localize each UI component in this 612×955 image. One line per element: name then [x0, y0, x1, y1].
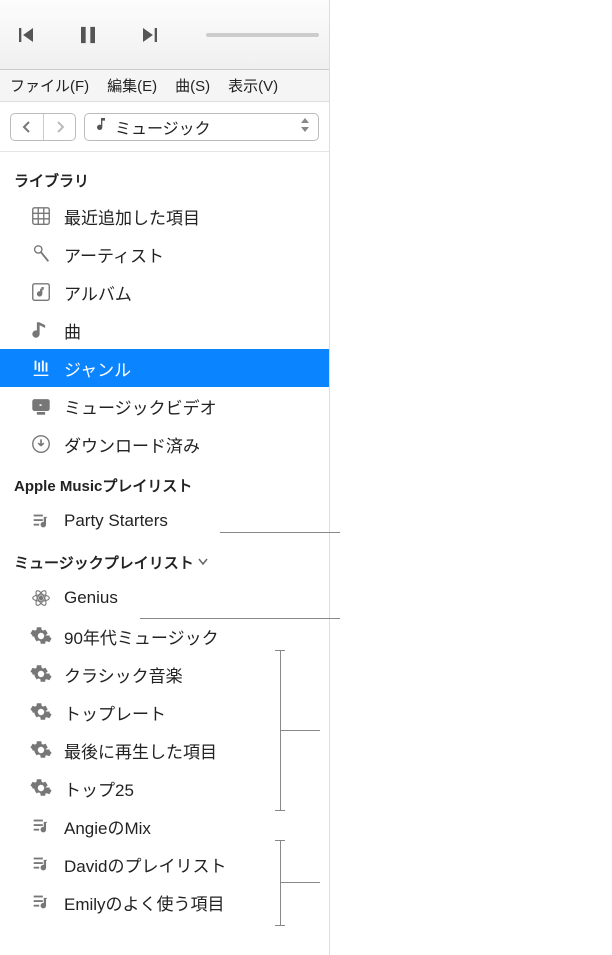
music-note-icon	[93, 116, 109, 137]
annotation-line	[220, 532, 340, 533]
menu-edit[interactable]: 編集(E)	[101, 71, 163, 100]
gear-icon	[30, 739, 52, 761]
menu-view[interactable]: 表示(V)	[222, 71, 284, 100]
gear-icon	[30, 625, 52, 647]
sidebar-item-label: ミュージックビデオ	[64, 394, 217, 419]
category-dropdown[interactable]: ミュージック	[84, 113, 319, 141]
gear-icon	[30, 663, 52, 685]
app-window: ファイル(F) 編集(E) 曲(S) 表示(V) ミュージック ライブラリ	[0, 0, 330, 955]
sidebar: ライブラリ 最近追加した項目アーティストアルバム曲ジャンルミュージックビデオダウ…	[0, 152, 329, 955]
annotation-line	[275, 840, 285, 841]
download-icon	[30, 433, 52, 455]
updown-icon	[300, 118, 310, 135]
annotation-line	[275, 810, 285, 811]
play-pause-button[interactable]	[72, 19, 104, 51]
category-label: ミュージック	[115, 115, 211, 139]
sidebar-item-label: Party Starters	[64, 511, 168, 531]
sidebar-item[interactable]: ダウンロード済み	[0, 425, 329, 463]
forward-button[interactable]	[43, 114, 75, 140]
nav-toolbar: ミュージック	[0, 102, 329, 152]
sidebar-item[interactable]: ジャンル	[0, 349, 329, 387]
playlist-icon	[30, 510, 52, 532]
sidebar-item-label: Emilyのよく使う項目	[64, 890, 225, 915]
sidebar-item-label: 最近追加した項目	[64, 204, 200, 229]
playlist-icon	[30, 853, 52, 875]
section-label: ライブラリ	[14, 170, 89, 191]
gear-icon	[30, 701, 52, 723]
volume-slider[interactable]	[206, 33, 319, 37]
note-icon	[30, 319, 52, 341]
section-header-library: ライブラリ	[0, 158, 329, 197]
album-icon	[30, 281, 52, 303]
chevron-down-icon	[198, 557, 208, 569]
sidebar-item-label: アルバム	[64, 280, 132, 305]
sidebar-item[interactable]: 最近追加した項目	[0, 197, 329, 235]
gear-icon	[30, 777, 52, 799]
next-button[interactable]	[134, 19, 166, 51]
sidebar-item-label: Genius	[64, 588, 118, 608]
menubar: ファイル(F) 編集(E) 曲(S) 表示(V)	[0, 70, 329, 102]
mic-icon	[30, 243, 52, 265]
sidebar-item[interactable]: アルバム	[0, 273, 329, 311]
sidebar-item-label: 90年代ミュージック	[64, 624, 219, 649]
sidebar-item-label: アーティスト	[64, 242, 164, 267]
sidebar-item-label: 曲	[64, 318, 81, 343]
genre-icon	[30, 357, 52, 379]
sidebar-item[interactable]: 曲	[0, 311, 329, 349]
annotation-line	[275, 650, 285, 651]
sidebar-item[interactable]: アーティスト	[0, 235, 329, 273]
sidebar-item-label: AngieのMix	[64, 814, 151, 839]
sidebar-item-label: ダウンロード済み	[64, 432, 200, 457]
playlist-icon	[30, 891, 52, 913]
sidebar-item[interactable]: ミュージックビデオ	[0, 387, 329, 425]
sidebar-item-label: 最後に再生した項目	[64, 738, 217, 763]
grid-icon	[30, 205, 52, 227]
menu-song[interactable]: 曲(S)	[169, 71, 216, 100]
sidebar-item[interactable]: Genius	[0, 579, 329, 617]
genius-icon	[30, 587, 52, 609]
section-label: Apple Musicプレイリスト	[14, 475, 192, 496]
video-icon	[30, 395, 52, 417]
sidebar-item-label: クラシック音楽	[64, 662, 183, 687]
player-bar	[0, 0, 329, 70]
back-button[interactable]	[11, 114, 43, 140]
previous-button[interactable]	[10, 19, 42, 51]
annotation-line	[275, 925, 285, 926]
section-label: ミュージックプレイリスト	[14, 552, 194, 573]
playlist-icon	[30, 815, 52, 837]
annotation-line	[280, 730, 320, 731]
sidebar-item[interactable]: Party Starters	[0, 502, 329, 540]
sidebar-item-label: トップ25	[64, 776, 134, 801]
sidebar-item-label: トップレート	[64, 700, 166, 725]
section-header-music-playlists[interactable]: ミュージックプレイリスト	[0, 540, 329, 579]
section-header-apple-music: Apple Musicプレイリスト	[0, 463, 329, 502]
annotation-line	[140, 618, 340, 619]
annotation-line	[280, 882, 320, 883]
nav-buttons	[10, 113, 76, 141]
menu-file[interactable]: ファイル(F)	[4, 71, 95, 100]
sidebar-item-label: ジャンル	[64, 356, 131, 381]
sidebar-item-label: Davidのプレイリスト	[64, 852, 226, 877]
